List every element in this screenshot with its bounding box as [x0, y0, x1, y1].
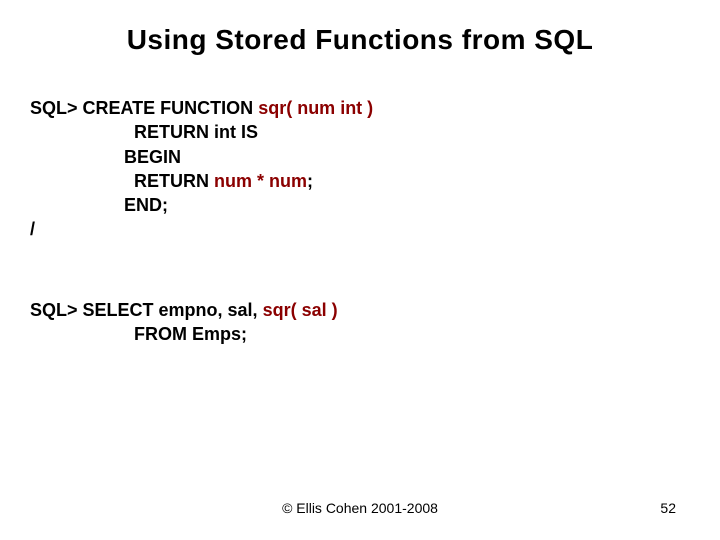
code-line: FROM Emps;: [30, 322, 690, 346]
code-highlight: sqr( sal ): [263, 300, 338, 320]
code-block-select: SQL> SELECT empno, sal, sqr( sal ) FROM …: [30, 298, 690, 347]
code-line: SQL> SELECT empno, sal, sqr( sal ): [30, 298, 690, 322]
page-number: 52: [660, 500, 676, 516]
footer: © Ellis Cohen 2001-2008 52: [0, 500, 720, 516]
copyright-text: © Ellis Cohen 2001-2008: [0, 500, 720, 516]
code-highlight: num * num: [214, 171, 307, 191]
code-line: BEGIN: [30, 145, 690, 169]
code-text: SQL> CREATE FUNCTION: [30, 98, 258, 118]
code-line: RETURN int IS: [30, 120, 690, 144]
code-highlight: sqr( num int ): [258, 98, 373, 118]
code-block-create-function: SQL> CREATE FUNCTION sqr( num int ) RETU…: [30, 96, 690, 242]
code-line: SQL> CREATE FUNCTION sqr( num int ): [30, 96, 690, 120]
slide-title: Using Stored Functions from SQL: [30, 24, 690, 56]
code-text: RETURN: [134, 171, 214, 191]
code-text: SQL> SELECT empno, sal,: [30, 300, 263, 320]
code-line: /: [30, 217, 690, 241]
code-line: END;: [30, 193, 690, 217]
code-line: RETURN num * num;: [30, 169, 690, 193]
code-text: ;: [307, 171, 313, 191]
